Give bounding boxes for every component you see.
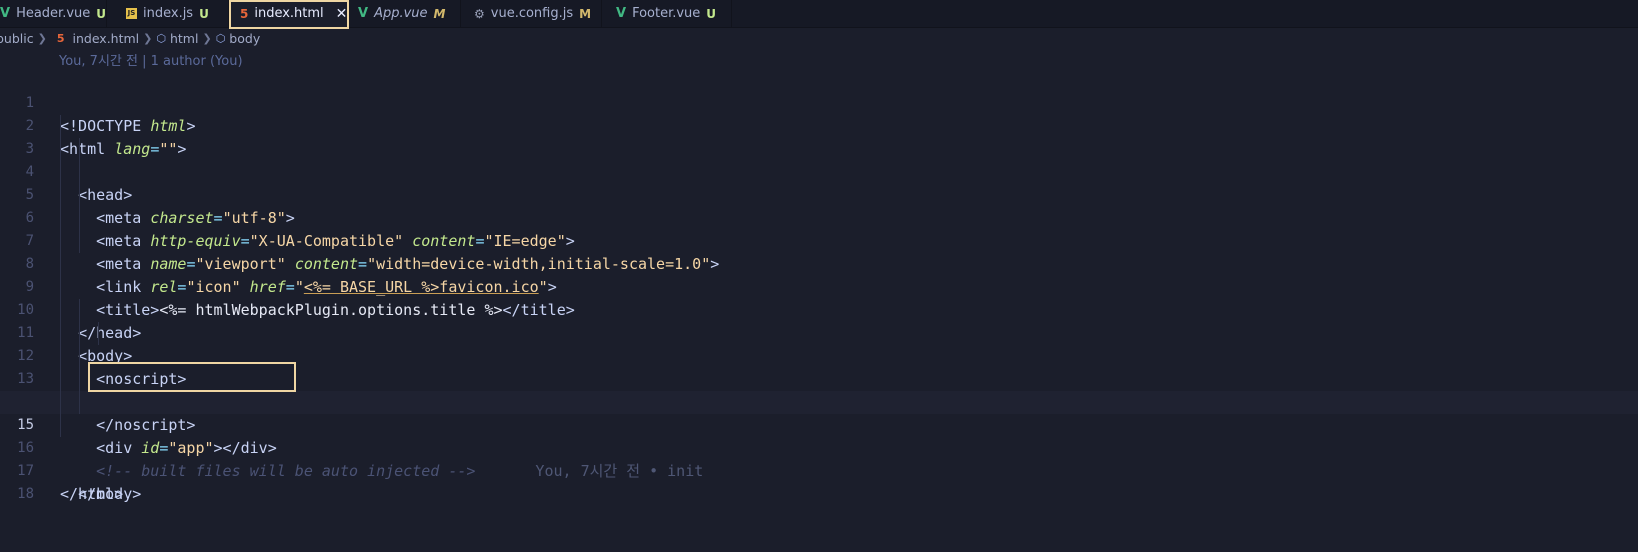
code-editor[interactable]: 1 <!DOCTYPE html> 2 <html lang=""> 3 <he… xyxy=(0,69,1638,503)
breadcrumb: public ❯ 5 index.html ❯ ⬡ html ❯ ⬡ body xyxy=(0,28,1638,48)
editor-tab-bar: V Header.vue U JS index.js U 5 index.htm… xyxy=(0,0,1638,28)
close-icon[interactable]: ✕ xyxy=(336,6,348,22)
code-line: 18 xyxy=(0,460,1638,502)
code-line: 9 </head> xyxy=(0,253,1638,342)
code-line: 13 </noscript> xyxy=(0,345,1638,434)
tab-label: Footer.vue xyxy=(632,6,701,21)
code-line: 8 <title><%= htmlWebpackPlugin.options.t… xyxy=(0,230,1638,319)
vue-file-icon: V xyxy=(358,6,369,21)
git-status-badge: U xyxy=(96,6,107,21)
code-line: 17 </html> xyxy=(0,437,1638,503)
code-line-current: 15 <!-- built files will be auto injecte… xyxy=(0,391,1638,480)
breadcrumb-element-html[interactable]: html xyxy=(170,31,198,46)
code-line: 6 <meta name="viewport" content="width=d… xyxy=(0,184,1638,273)
chevron-right-icon: ❯ xyxy=(202,31,212,45)
code-line: 7 <link rel="icon" href="<%= BASE_URL %>… xyxy=(0,207,1638,296)
breadcrumb-element-body[interactable]: body xyxy=(229,31,260,46)
tab-header-vue[interactable]: V Header.vue U xyxy=(0,0,107,27)
tab-label: index.js xyxy=(143,6,194,21)
code-line: 10 <body> xyxy=(0,276,1638,365)
code-line: 1 <!DOCTYPE html> xyxy=(0,69,1638,135)
tab-label: vue.config.js xyxy=(490,6,574,21)
tab-app-vue[interactable]: V App.vue M xyxy=(348,0,461,27)
breadcrumb-file[interactable]: index.html xyxy=(73,31,140,46)
code-line: 11 <noscript> xyxy=(0,299,1638,388)
tab-label: App.vue xyxy=(374,6,428,21)
git-status-badge: M xyxy=(433,6,446,21)
code-line: 5 <meta http-equiv="X-UA-Compatible" con… xyxy=(0,161,1638,250)
git-codelens[interactable]: You, 7시간 전 | 1 author (You) xyxy=(59,50,243,69)
git-status-badge: M xyxy=(579,6,592,21)
git-status-badge: U xyxy=(706,6,717,21)
git-status-badge: U xyxy=(199,6,209,21)
vue-file-icon: V xyxy=(0,6,11,21)
code-line: 14 <div id="app"></div> xyxy=(0,368,1638,457)
element-icon: ⬡ xyxy=(156,31,166,45)
code-line: 4 <meta charset="utf-8"> xyxy=(0,138,1638,227)
element-icon: ⬡ xyxy=(215,31,226,45)
html-file-icon: 5 xyxy=(56,31,65,45)
tab-index-html[interactable]: 5 index.html ✕ xyxy=(229,0,348,27)
tab-label: Header.vue xyxy=(16,6,91,21)
tab-index-js[interactable]: JS index.js U xyxy=(107,0,229,27)
line-number: 18 xyxy=(17,486,34,502)
html-file-icon: 5 xyxy=(240,6,249,21)
config-file-icon: ⚙ xyxy=(474,6,485,21)
chevron-right-icon: ❯ xyxy=(143,31,153,45)
js-file-icon: JS xyxy=(126,8,137,19)
tab-vue-config-js[interactable]: ⚙ vue.config.js M xyxy=(461,0,602,27)
code-line: 3 <head> xyxy=(0,115,1638,204)
tab-label: index.html xyxy=(254,6,324,21)
chevron-right-icon: ❯ xyxy=(37,31,47,45)
code-line: 2 <html lang=""> xyxy=(0,92,1638,158)
code-line: 12 <strong>We're sorry but <%= htmlWebpa… xyxy=(0,322,1638,411)
code-line: 16 </body> xyxy=(0,414,1638,503)
vue-file-icon: V xyxy=(616,6,627,21)
breadcrumb-folder[interactable]: public xyxy=(0,31,34,46)
tab-footer-vue[interactable]: V Footer.vue U xyxy=(602,0,732,27)
